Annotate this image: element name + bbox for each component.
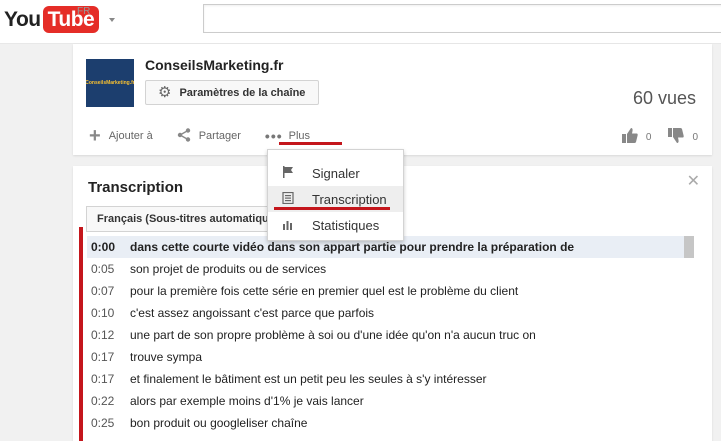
transcript-text: bon produit ou googleliser chaîne xyxy=(130,416,308,430)
transcript-scrollbar[interactable] xyxy=(684,236,694,258)
channel-name[interactable]: ConseilsMarketing.fr xyxy=(145,57,283,73)
transcript-text: dans cette courte vidéo dans son appart … xyxy=(130,240,575,254)
menu-item-label: Transcription xyxy=(312,191,387,207)
menu-item-stats[interactable]: Statistiques xyxy=(268,212,403,238)
transcript-row[interactable]: 0:25 bon produit ou googleliser chaîne xyxy=(87,412,685,434)
video-title-clipped xyxy=(83,35,503,47)
transcript-row[interactable]: 0:17 et finalement le bâtiment est un pet… xyxy=(87,368,685,390)
logo-you: You xyxy=(4,7,41,31)
more-menu: Signaler Transcription Statistiques xyxy=(267,149,404,241)
channel-settings-button[interactable]: ⚙ Paramètres de la chaîne xyxy=(145,80,319,105)
menu-item-label: Signaler xyxy=(312,165,360,181)
menu-item-label: Statistiques xyxy=(312,217,380,233)
transcript-text: une part de son propre problème à soi ou… xyxy=(130,328,536,342)
transcript-time: 0:17 xyxy=(91,372,115,386)
transcript-time: 0:07 xyxy=(91,284,115,298)
more-label: Plus xyxy=(288,130,311,142)
like-count: 0 xyxy=(645,132,652,143)
transcript-row[interactable]: 0:22 alors par exemple moins d'1% je vais… xyxy=(87,390,685,412)
search-input[interactable] xyxy=(203,4,721,33)
transcript-text: et finalement le bâtiment est un petit p… xyxy=(130,372,487,386)
share-button[interactable]: Partager xyxy=(177,127,241,145)
transcript-row[interactable]: 0:07 pour la première fois cette série en… xyxy=(87,280,685,302)
share-icon xyxy=(177,127,191,145)
transcript-row[interactable]: 0:10 c'est assez angoissant c'est parce q… xyxy=(87,302,685,324)
transcript-time: 0:17 xyxy=(91,350,115,364)
annotation-bar-transcript xyxy=(79,227,83,441)
transcript-lines: 0:00 dans cette courte vidéo dans son app… xyxy=(87,236,685,434)
transcript-row[interactable]: 0:12 une part de son propre problème à so… xyxy=(87,324,685,346)
flag-icon xyxy=(282,166,312,180)
logo-tube: Tube xyxy=(42,6,100,33)
more-button[interactable]: ••• Plus xyxy=(265,129,310,143)
transcript-title: Transcription xyxy=(88,179,184,196)
language-select[interactable]: Français (Sous-titres automatiques) xyxy=(86,206,286,232)
add-to-button[interactable]: + Ajouter à xyxy=(89,125,153,147)
annotation-underline-plus xyxy=(279,142,342,145)
plus-icon: + xyxy=(89,125,101,147)
transcript-time: 0:12 xyxy=(91,328,115,342)
close-icon[interactable]: ✕ xyxy=(687,174,700,190)
view-count: 60 vues xyxy=(632,88,696,108)
transcript-text: pour la première fois cette série en pre… xyxy=(130,284,519,298)
transcript-time: 0:25 xyxy=(91,416,115,430)
transcript-text: son projet de produits ou de services xyxy=(130,262,327,276)
transcript-text: alors par exemple moins d'1% je vais lan… xyxy=(130,394,364,408)
share-label: Partager xyxy=(198,130,241,142)
guide-menu-button[interactable] xyxy=(105,13,132,94)
dislike-count: 0 xyxy=(692,132,698,143)
transcript-time: 0:10 xyxy=(91,306,115,320)
transcript-text: c'est assez angoissant c'est parce que p… xyxy=(130,306,375,320)
menu-item-report[interactable]: Signaler xyxy=(268,160,403,186)
avatar-logo-text: ConseilsMarketing.fr xyxy=(86,80,134,86)
channel-avatar[interactable]: ConseilsMarketing.fr xyxy=(86,59,134,107)
transcript-row[interactable]: 0:17 trouve sympa xyxy=(87,346,685,368)
transcript-time: 0:05 xyxy=(91,262,115,276)
transcript-icon xyxy=(282,191,312,206)
caret-down-icon xyxy=(109,18,115,22)
thumbs-up-icon[interactable] xyxy=(621,128,638,147)
gear-icon: ⚙ xyxy=(158,84,172,101)
annotation-underline-transcript xyxy=(274,207,390,210)
video-info-card: ConseilsMarketing.fr ConseilsMarketing.f… xyxy=(73,44,712,155)
stats-icon xyxy=(282,218,312,232)
transcript-time: 0:22 xyxy=(91,394,115,408)
transcript-row[interactable]: 0:05 son projet de produits ou de service… xyxy=(87,258,685,280)
more-dots-icon: ••• xyxy=(264,128,283,144)
transcript-text: trouve sympa xyxy=(130,350,203,364)
like-bar: 0 0 xyxy=(621,128,698,147)
locale-label: FR xyxy=(77,6,91,17)
thumbs-down-icon[interactable] xyxy=(668,128,685,147)
transcript-time: 0:00 xyxy=(91,240,116,254)
channel-settings-label: Paramètres de la chaîne xyxy=(179,86,306,99)
add-to-label: Ajouter à xyxy=(108,130,153,142)
